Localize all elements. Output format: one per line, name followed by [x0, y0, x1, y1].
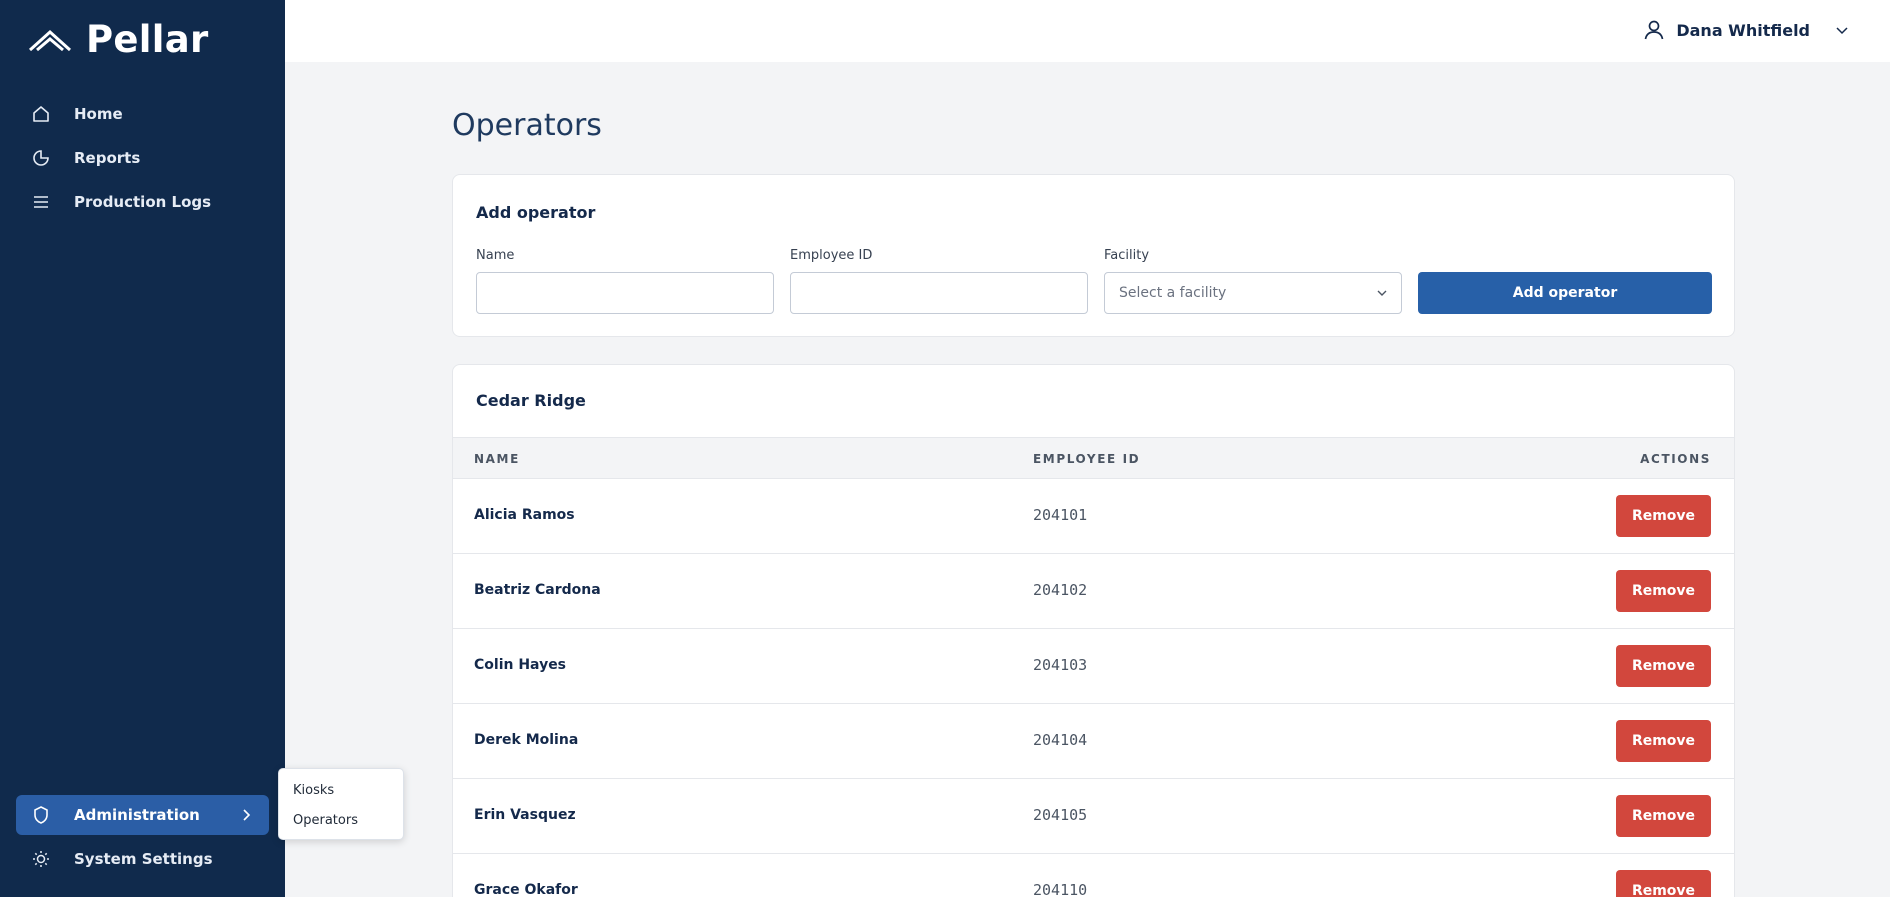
- table-row: Erin Vasquez 204105 Remove: [453, 779, 1734, 854]
- sidebar-item-home[interactable]: Home: [16, 94, 269, 134]
- operator-name: Alicia Ramos: [474, 507, 575, 523]
- name-input[interactable]: [476, 272, 774, 314]
- flyout-item-operators[interactable]: Operators: [279, 811, 403, 841]
- chevron-down-icon: [1377, 290, 1387, 296]
- operator-name: Colin Hayes: [474, 657, 567, 673]
- operator-name: Erin Vasquez: [474, 807, 576, 823]
- chevron-right-icon: [243, 809, 251, 821]
- brand[interactable]: Pellar: [28, 18, 209, 61]
- table-row: Colin Hayes 204103 Remove: [453, 629, 1734, 704]
- operator-employee-id: 204110: [1033, 881, 1088, 897]
- user-name: Dana Whitfield: [1676, 20, 1810, 40]
- shield-icon: [30, 804, 52, 826]
- sidebar-item-label: Reports: [74, 149, 141, 167]
- sidebar-item-label: System Settings: [74, 850, 213, 868]
- add-operator-button[interactable]: Add operator: [1418, 272, 1712, 314]
- sidebar: Pellar Home Reports Production Logs Admi…: [0, 0, 285, 897]
- table-row: Derek Molina 204104 Remove: [453, 704, 1734, 779]
- sidebar-item-production-logs[interactable]: Production Logs: [16, 182, 269, 222]
- table-row: Beatriz Cardona 204102 Remove: [453, 554, 1734, 629]
- administration-flyout-menu: Kiosks Operators: [278, 768, 404, 840]
- table-row: Grace Okafor 204110 Remove: [453, 854, 1734, 897]
- employee-id-label: Employee ID: [790, 248, 873, 263]
- operator-employee-id: 204105: [1033, 806, 1088, 824]
- user-menu[interactable]: Dana Whitfield: [1642, 18, 1850, 42]
- operator-name: Beatriz Cardona: [474, 582, 601, 598]
- facility-label: Facility: [1104, 248, 1150, 263]
- table-header: NAME EMPLOYEE ID ACTIONS: [453, 437, 1734, 479]
- sun-icon: [30, 848, 52, 870]
- sidebar-item-label: Home: [74, 105, 123, 123]
- remove-button[interactable]: Remove: [1616, 720, 1711, 762]
- facility-group-title: Cedar Ridge: [476, 391, 586, 410]
- sidebar-item-system-settings[interactable]: System Settings: [16, 839, 269, 879]
- remove-button[interactable]: Remove: [1616, 495, 1711, 537]
- pie-chart-icon: [30, 147, 52, 169]
- chevron-down-icon: [1836, 27, 1848, 35]
- operator-employee-id: 204102: [1033, 581, 1088, 599]
- employee-id-input[interactable]: [790, 272, 1088, 314]
- home-icon: [30, 103, 52, 125]
- brand-name: Pellar: [86, 18, 209, 61]
- page-title: Operators: [452, 108, 602, 143]
- facility-select-value: Select a facility: [1119, 285, 1227, 301]
- facility-select[interactable]: Select a facility: [1104, 272, 1402, 314]
- operator-employee-id: 204104: [1033, 731, 1088, 749]
- operator-name: Derek Molina: [474, 732, 579, 748]
- add-operator-card: Add operator Name Employee ID Facility S…: [452, 174, 1735, 337]
- name-label: Name: [476, 248, 515, 263]
- logo-icon: [28, 29, 72, 51]
- sidebar-item-label: Production Logs: [74, 193, 212, 211]
- column-header-actions: ACTIONS: [1640, 452, 1711, 466]
- remove-button[interactable]: Remove: [1616, 570, 1711, 612]
- column-header-name: NAME: [474, 452, 520, 466]
- remove-button[interactable]: Remove: [1616, 645, 1711, 687]
- table-row: Alicia Ramos 204101 Remove: [453, 479, 1734, 554]
- top-bar: Dana Whitfield: [285, 0, 1890, 62]
- operator-employee-id: 204101: [1033, 506, 1088, 524]
- column-header-employee-id: EMPLOYEE ID: [1033, 452, 1141, 466]
- sidebar-item-label: Administration: [74, 806, 200, 824]
- operator-employee-id: 204103: [1033, 656, 1088, 674]
- user-icon: [1645, 20, 1664, 40]
- sidebar-item-reports[interactable]: Reports: [16, 138, 269, 178]
- list-icon: [30, 191, 52, 213]
- sidebar-item-administration[interactable]: Administration: [16, 795, 269, 835]
- remove-button[interactable]: Remove: [1616, 870, 1711, 897]
- remove-button[interactable]: Remove: [1616, 795, 1711, 837]
- add-operator-title: Add operator: [476, 203, 596, 222]
- facility-operators-card: Cedar Ridge NAME EMPLOYEE ID ACTIONS Ali…: [452, 364, 1735, 897]
- operator-name: Grace Okafor: [474, 882, 578, 897]
- flyout-item-kiosks[interactable]: Kiosks: [279, 781, 403, 811]
